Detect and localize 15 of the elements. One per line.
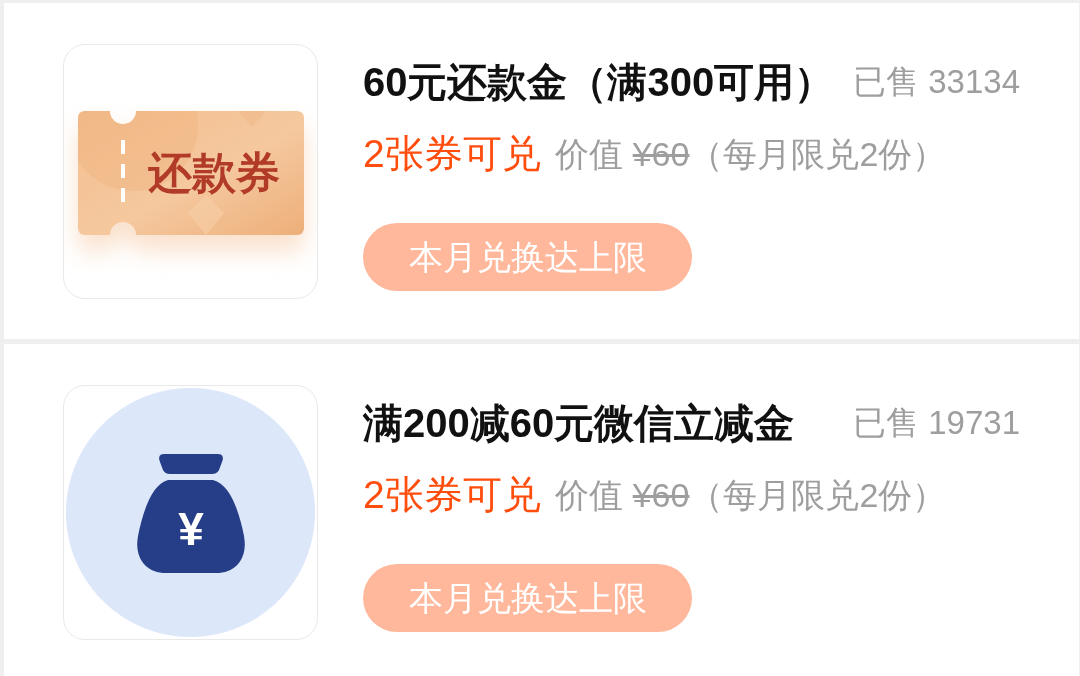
product-title: 满200减60元微信立减金 — [363, 400, 795, 447]
yen-symbol: ¥ — [177, 504, 205, 554]
sold-count: 已售 33134 — [853, 62, 1020, 102]
coupon-requirement: 2张券可兑 — [363, 131, 541, 177]
original-price: ¥60 — [632, 134, 690, 175]
coupon-requirement: 2张券可兑 — [363, 472, 541, 518]
original-price: ¥60 — [632, 475, 690, 516]
monthly-limit-note: （每月限兑2份） — [689, 475, 947, 516]
sold-count: 已售 19731 — [853, 403, 1020, 443]
value-label: 价值 — [554, 475, 623, 516]
value-label: 价值 — [554, 134, 623, 175]
product-title: 60元还款金（满300可用） — [363, 59, 835, 106]
ticket-label: 还款券 — [148, 149, 280, 197]
monthly-limit-note: （每月限兑2份） — [689, 134, 947, 175]
money-bag-icon — [137, 453, 245, 574]
